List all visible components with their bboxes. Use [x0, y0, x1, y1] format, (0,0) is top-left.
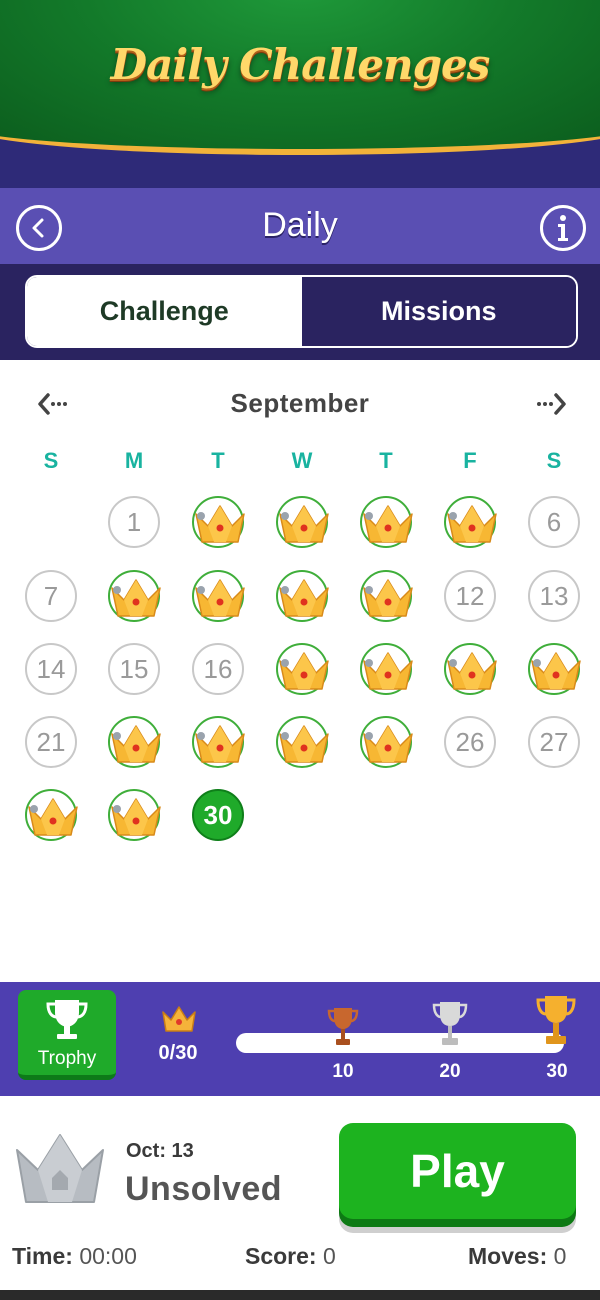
crown-icon — [279, 652, 329, 690]
screen-bottom-edge — [0, 1290, 600, 1300]
trophy-button-label: Trophy — [37, 1048, 97, 1069]
crown-icon — [195, 505, 245, 543]
calendar-day-solved[interactable] — [444, 643, 497, 695]
calendar-day-solved[interactable] — [276, 716, 329, 768]
trophy-icon — [46, 1000, 88, 1039]
crown-icon — [447, 652, 497, 690]
calendar-day[interactable]: 21 — [25, 716, 77, 768]
calendar-day[interactable]: 6 — [528, 496, 580, 548]
crown-icon — [279, 505, 329, 543]
calendar-day[interactable]: 1 — [108, 496, 160, 548]
weekday-label: T — [211, 448, 225, 473]
calendar-day[interactable]: 16 — [192, 643, 244, 695]
calendar-day-solved[interactable] — [360, 716, 413, 768]
crown-icon — [195, 725, 245, 763]
unsolved-crown-icon — [16, 1134, 104, 1203]
crown-icon — [363, 652, 413, 690]
calendar-day-solved[interactable] — [192, 496, 245, 548]
tab-missions[interactable]: Missions — [301, 277, 576, 346]
crown-icon — [111, 725, 161, 763]
calendar-day[interactable]: 7 — [25, 570, 77, 622]
calendar-day[interactable]: 14 — [25, 643, 77, 695]
nav-bar: Daily — [0, 188, 600, 264]
bronze-trophy-icon — [327, 1008, 359, 1045]
calendar-day[interactable]: 27 — [528, 716, 580, 768]
calendar-day-solved[interactable] — [528, 643, 581, 695]
calendar-day-solved[interactable] — [360, 570, 413, 622]
calendar-day[interactable]: 12 — [444, 570, 496, 622]
score-value: 0 — [322, 1243, 336, 1269]
score-label: Score: — [245, 1243, 317, 1269]
calendar-day[interactable]: 26 — [444, 716, 496, 768]
info-button[interactable] — [540, 205, 586, 251]
calendar-day-solved[interactable] — [192, 570, 245, 622]
weekday-label: W — [291, 448, 313, 473]
month-header: September — [0, 386, 600, 426]
calendar-day-solved[interactable] — [276, 570, 329, 622]
tab-switcher: Challenge Missions — [25, 275, 578, 348]
weekday-label: S — [43, 448, 59, 473]
time-label: Time: — [12, 1243, 73, 1269]
crown-icon — [195, 579, 245, 617]
progress-bar — [236, 1033, 564, 1053]
crown-icon — [28, 798, 78, 836]
trophy-progress-strip: Trophy 0/30 10 20 30 — [0, 982, 600, 1096]
selected-date: Oct: 13 — [126, 1140, 194, 1162]
trophy-button[interactable]: Trophy — [18, 990, 116, 1080]
crown-icon — [363, 505, 413, 543]
calendar-day[interactable]: 13 — [528, 570, 580, 622]
solve-status: Unsolved — [125, 1170, 283, 1208]
gold-trophy-icon — [536, 996, 576, 1044]
moves-stat: Moves: 0 — [468, 1243, 566, 1270]
weekday-header: SMTWTFS — [0, 448, 600, 476]
crown-icon — [279, 579, 329, 617]
info-icon — [558, 215, 568, 241]
weekday-label: M — [124, 448, 144, 473]
next-month-arrow-icon[interactable] — [536, 390, 568, 418]
crown-icon — [162, 1006, 196, 1032]
calendar-day-solved[interactable] — [276, 643, 329, 695]
calendar-day-solved[interactable] — [108, 789, 161, 841]
nav-title: Daily — [262, 206, 338, 244]
score-stat: Score: 0 — [245, 1243, 336, 1270]
crown-icon — [447, 505, 497, 543]
calendar-day-solved[interactable] — [360, 496, 413, 548]
milestone-label: 20 — [439, 1061, 461, 1082]
month-name: September — [230, 388, 370, 418]
moves-value: 0 — [553, 1243, 567, 1269]
calendar-day-solved[interactable] — [108, 570, 161, 622]
weekday-label: T — [379, 448, 393, 473]
tab-bar: Challenge Missions — [0, 264, 600, 360]
crown-icon — [363, 725, 413, 763]
calendar-day-solved[interactable] — [444, 496, 497, 548]
crown-icon — [111, 579, 161, 617]
calendar-day-solved[interactable] — [276, 496, 329, 548]
time-value: 00:00 — [79, 1243, 137, 1269]
crown-icon — [363, 579, 413, 617]
calendar-day-today[interactable]: 30 — [192, 789, 244, 841]
calendar-day[interactable]: 15 — [108, 643, 160, 695]
progress-count: 0/30 — [158, 1042, 198, 1064]
weekday-label: S — [546, 448, 562, 473]
calendar-day-solved[interactable] — [108, 716, 161, 768]
weekday-label: F — [463, 448, 477, 473]
page-title: Daily Challenges — [110, 40, 491, 89]
time-stat: Time: 00:00 — [12, 1243, 137, 1270]
tab-challenge[interactable]: Challenge — [27, 277, 302, 346]
milestone-label: 10 — [332, 1061, 354, 1082]
selected-day-panel: Oct: 13 Unsolved Play Time: 00:00 Score:… — [0, 1096, 600, 1290]
header-banner: Daily Challenges — [0, 0, 600, 188]
calendar-day-solved[interactable] — [25, 789, 78, 841]
moves-label: Moves: — [468, 1243, 548, 1269]
milestone-label: 30 — [546, 1061, 568, 1082]
calendar-day-solved[interactable] — [192, 716, 245, 768]
crown-icon — [111, 798, 161, 836]
silver-trophy-icon — [432, 1002, 468, 1045]
crown-icon — [279, 725, 329, 763]
calendar-day-solved[interactable] — [360, 643, 413, 695]
crown-icon — [531, 652, 581, 690]
play-button[interactable]: Play — [339, 1123, 576, 1219]
